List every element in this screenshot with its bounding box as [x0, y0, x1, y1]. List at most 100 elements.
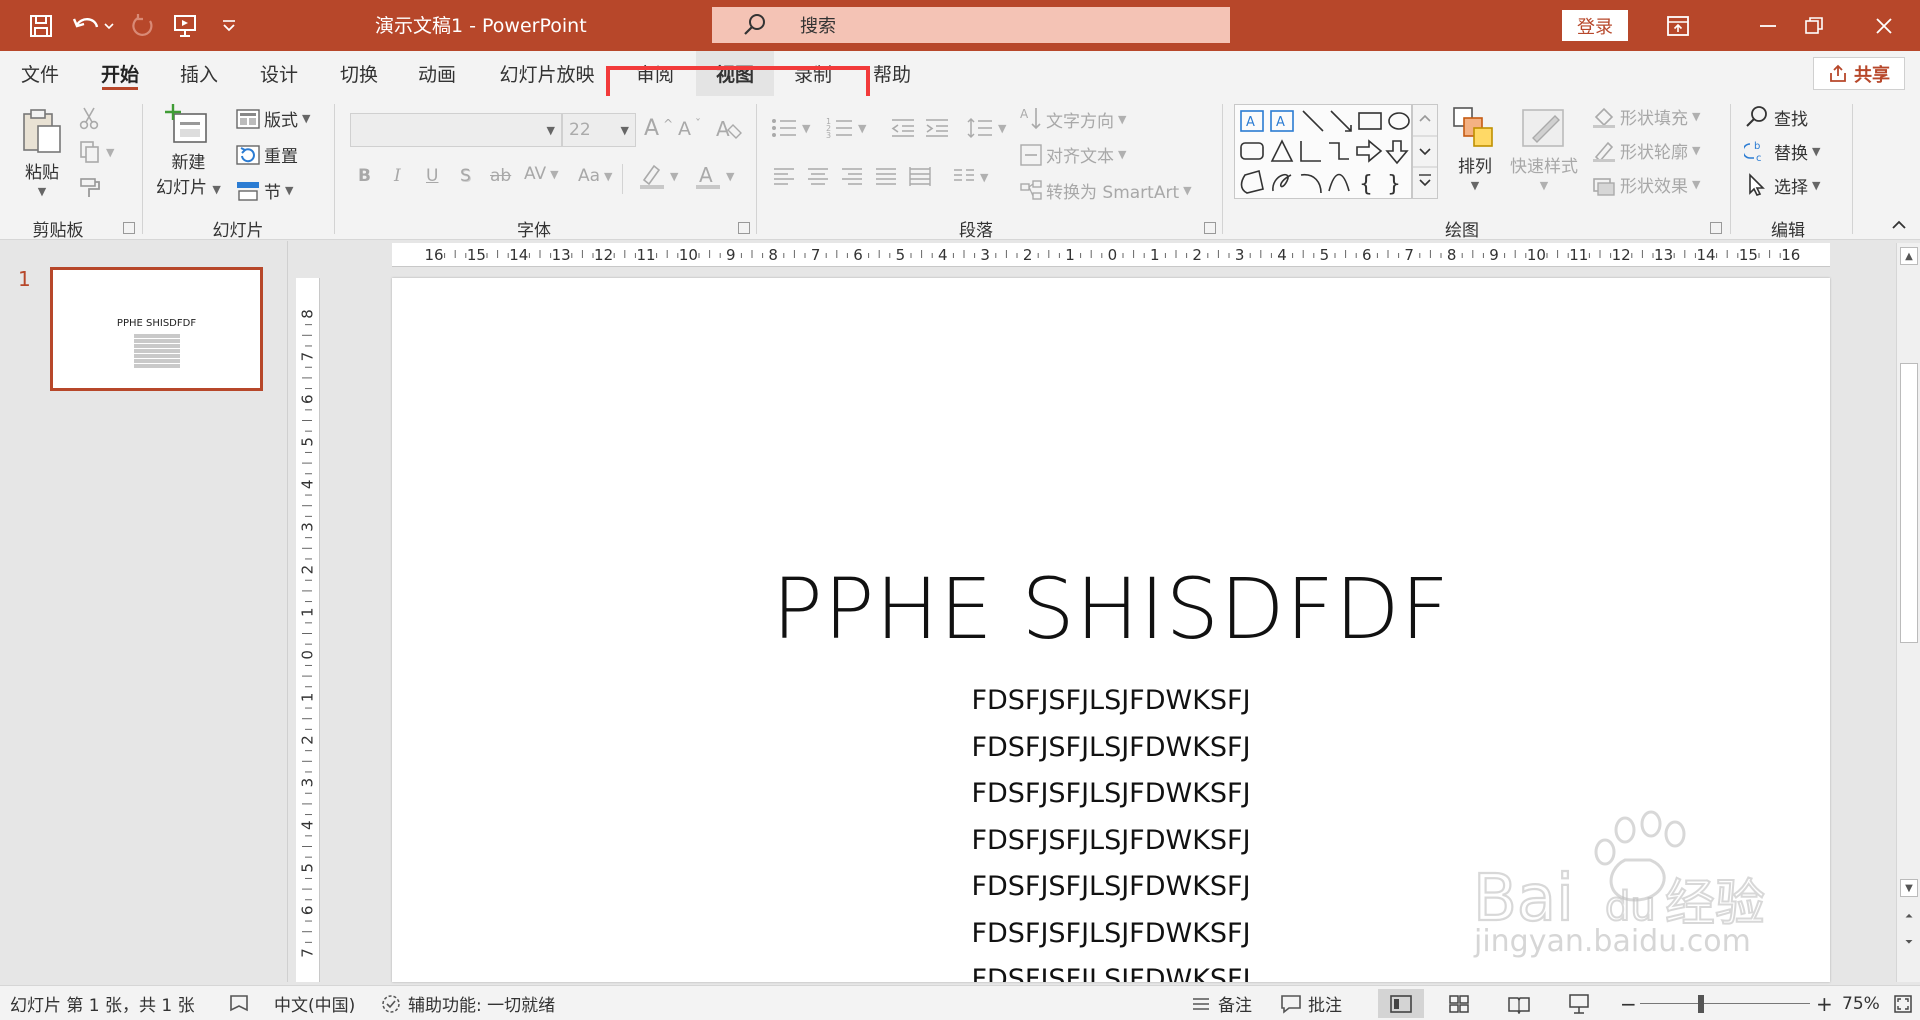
- font-size-combo[interactable]: 22 ▼: [562, 113, 636, 147]
- arc-shape-icon[interactable]: [1300, 173, 1322, 194]
- collapse-ribbon-icon[interactable]: [1890, 218, 1908, 232]
- align-text-button[interactable]: 对齐文本 ▼: [1020, 142, 1126, 167]
- accessibility-status[interactable]: 辅助功能: 一切就绪: [380, 986, 555, 1020]
- select-button[interactable]: 选择 ▼: [1744, 172, 1820, 198]
- previous-slide-icon[interactable]: ⏶: [1900, 907, 1918, 925]
- shadow-button[interactable]: S: [460, 166, 471, 186]
- shape-fill-button[interactable]: 形状填充 ▼: [1592, 104, 1700, 129]
- slide-canvas[interactable]: PPHE SHISDFDF FDSFJSFJLSJFDWKSFJ FDSFJSF…: [392, 278, 1830, 982]
- elbow-connector-icon[interactable]: [1300, 141, 1321, 162]
- left-brace-shape-icon[interactable]: {: [1359, 172, 1373, 197]
- customize-qat-icon[interactable]: [212, 9, 246, 43]
- ribbon-display-options-icon[interactable]: [1660, 8, 1696, 44]
- restore-icon[interactable]: [1796, 8, 1832, 44]
- font-color-button[interactable]: A ▼: [694, 162, 734, 190]
- triangle-shape-icon[interactable]: [1270, 139, 1294, 162]
- slide-thumbnail[interactable]: PPHE SHISDFDF: [50, 267, 263, 391]
- char-spacing-button[interactable]: AV ▼: [524, 164, 559, 184]
- clipboard-dialog-launcher[interactable]: [123, 222, 135, 234]
- tab-file[interactable]: 文件: [10, 51, 70, 96]
- tab-view[interactable]: 视图: [696, 51, 774, 96]
- slide-title[interactable]: PPHE SHISDFDF: [392, 560, 1830, 658]
- shape-outline-button[interactable]: 形状轮廓 ▼: [1592, 138, 1700, 163]
- section-button[interactable]: 节 ▼: [236, 178, 293, 203]
- arrange-button[interactable]: 排列 ▼: [1452, 106, 1498, 192]
- convert-smartart-button[interactable]: 转换为 SmartArt ▼: [1020, 178, 1192, 203]
- zoom-out-button[interactable]: −: [1620, 986, 1637, 1020]
- undo-icon[interactable]: [68, 9, 118, 43]
- tab-slideshow[interactable]: 幻灯片放映: [488, 51, 606, 96]
- arrow-line-shape-icon[interactable]: [1330, 110, 1352, 132]
- zoom-slider-thumb[interactable]: [1698, 995, 1705, 1013]
- next-slide-icon[interactable]: ⏷: [1900, 933, 1918, 951]
- new-slide-button[interactable]: 新建 幻灯片 ▼: [156, 104, 221, 198]
- scribble-shape-icon[interactable]: [1272, 173, 1292, 192]
- rectangle-shape-icon[interactable]: [1358, 112, 1382, 130]
- vertical-scrollbar[interactable]: ▲ ▼ ⏶ ⏷: [1896, 243, 1920, 982]
- tab-review[interactable]: 审阅: [624, 51, 686, 96]
- italic-button[interactable]: I: [394, 166, 401, 186]
- save-icon[interactable]: [24, 9, 58, 43]
- curve-shape-icon[interactable]: [1328, 173, 1350, 192]
- gallery-down-icon[interactable]: [1419, 148, 1431, 156]
- language-indicator[interactable]: 中文(中国): [274, 986, 355, 1020]
- increase-font-button[interactable]: A ^: [644, 116, 673, 141]
- rounded-rectangle-shape-icon[interactable]: [1240, 142, 1264, 160]
- underline-button[interactable]: U: [426, 166, 438, 186]
- tab-insert[interactable]: 插入: [168, 51, 230, 96]
- drawing-dialog-launcher[interactable]: [1710, 222, 1722, 234]
- normal-view-icon[interactable]: [1378, 989, 1424, 1018]
- align-left-button[interactable]: [772, 166, 796, 188]
- font-dialog-launcher[interactable]: [738, 222, 750, 234]
- fit-to-window-icon[interactable]: [1892, 986, 1914, 1020]
- line-spacing-button[interactable]: ▼: [966, 116, 1006, 140]
- zoom-in-button[interactable]: +: [1816, 986, 1833, 1020]
- paste-dropdown-icon[interactable]: ▼: [38, 185, 46, 198]
- tab-help[interactable]: 帮助: [862, 51, 922, 96]
- spelling-check-icon[interactable]: [228, 986, 250, 1020]
- cut-button[interactable]: [78, 106, 100, 130]
- layout-button[interactable]: 版式 ▼: [236, 106, 310, 131]
- decrease-indent-button[interactable]: [890, 116, 916, 140]
- shape-effects-button[interactable]: 形状效果 ▼: [1592, 172, 1700, 197]
- format-painter-button[interactable]: [78, 176, 102, 200]
- tab-transitions[interactable]: 切换: [328, 51, 390, 96]
- align-center-button[interactable]: [806, 166, 830, 188]
- slide-sorter-view-icon[interactable]: [1436, 989, 1482, 1018]
- elbow-arrow-icon[interactable]: [1329, 142, 1349, 160]
- zoom-slider-track[interactable]: [1640, 1003, 1810, 1004]
- tab-design[interactable]: 设计: [248, 51, 310, 96]
- present-from-start-icon[interactable]: [168, 9, 202, 43]
- vertical-text-box-shape-icon[interactable]: A: [1270, 110, 1294, 132]
- highlight-color-button[interactable]: ▼: [638, 162, 678, 190]
- bold-button[interactable]: B: [358, 166, 371, 186]
- tab-home[interactable]: 开始: [90, 51, 150, 96]
- justify-button[interactable]: [874, 166, 898, 188]
- slideshow-view-icon[interactable]: [1556, 989, 1602, 1018]
- columns-button[interactable]: ▼: [952, 166, 988, 188]
- replace-button[interactable]: bc 替换 ▼: [1744, 138, 1820, 164]
- search-box[interactable]: 搜索: [712, 7, 1230, 43]
- reset-button[interactable]: 重置: [236, 142, 298, 167]
- gallery-more-icon[interactable]: [1419, 179, 1431, 187]
- tab-animations[interactable]: 动画: [406, 51, 468, 96]
- close-icon[interactable]: [1866, 8, 1902, 44]
- bullets-button[interactable]: ▼: [770, 116, 810, 140]
- font-name-combo[interactable]: ▼: [350, 113, 562, 147]
- notes-button[interactable]: 备注: [1190, 986, 1252, 1020]
- zoom-level[interactable]: 75%: [1842, 986, 1880, 1020]
- decrease-font-button[interactable]: Aˇ: [678, 117, 701, 140]
- line-shape-icon[interactable]: [1302, 110, 1324, 132]
- freeform-shape-icon[interactable]: [1240, 169, 1264, 194]
- find-button[interactable]: 查找: [1744, 104, 1808, 130]
- redo-icon[interactable]: [126, 9, 160, 43]
- share-button[interactable]: 共享: [1813, 57, 1905, 90]
- clear-format-button[interactable]: A: [714, 116, 742, 142]
- shapes-gallery[interactable]: A A { }: [1234, 104, 1412, 199]
- down-arrow-shape-icon[interactable]: [1385, 140, 1409, 165]
- paste-button[interactable]: 粘贴 ▼: [20, 106, 64, 198]
- tab-record[interactable]: 录制: [782, 51, 844, 96]
- shapes-gallery-scroll[interactable]: [1412, 104, 1438, 199]
- quick-styles-button[interactable]: 快速样式 ▼: [1510, 106, 1578, 192]
- gallery-up-icon[interactable]: [1419, 114, 1431, 122]
